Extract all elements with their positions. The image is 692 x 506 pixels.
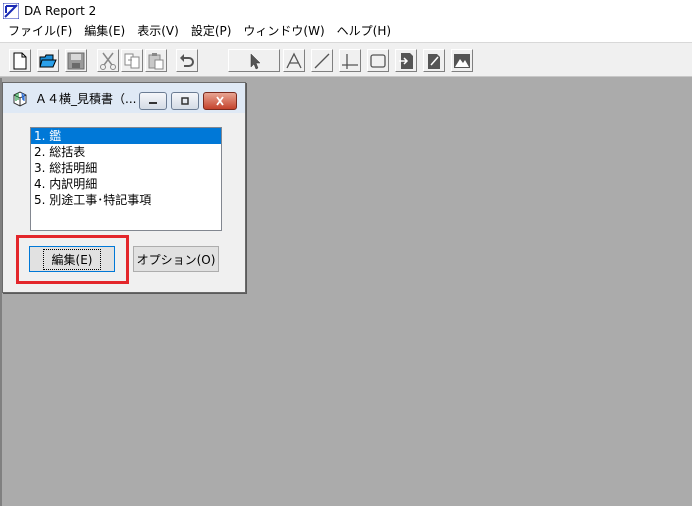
- save-button[interactable]: [65, 49, 87, 72]
- image-tool-icon: [454, 53, 470, 68]
- restore-icon: [181, 97, 189, 105]
- rectangle-tool-icon: [370, 53, 386, 68]
- restore-button[interactable]: [171, 92, 199, 110]
- edit-page-button[interactable]: [423, 49, 445, 72]
- child-window-title: Ａ４横_見積書（...: [35, 91, 137, 106]
- text-tool-icon: [286, 52, 302, 68]
- insert-page-button[interactable]: [395, 49, 417, 72]
- menu-bar: ファイル(F) 編集(E) 表示(V) 設定(P) ウィンドウ(W) ヘルプ(H…: [0, 21, 692, 42]
- menu-window[interactable]: ウィンドウ(W): [237, 21, 330, 42]
- list-item-3[interactable]: 3. 総括明細: [31, 160, 221, 176]
- edit-page-icon: [428, 53, 440, 69]
- minimize-button[interactable]: [139, 92, 167, 110]
- perpendicular-tool-button[interactable]: [339, 49, 361, 72]
- close-button[interactable]: [203, 92, 237, 110]
- new-file-icon: [13, 52, 27, 69]
- toolbar: [0, 42, 692, 77]
- menu-view[interactable]: 表示(V): [131, 21, 185, 42]
- close-icon: [216, 96, 224, 106]
- copy-icon: [124, 53, 140, 68]
- line-tool-button[interactable]: [311, 49, 333, 72]
- cut-button[interactable]: [97, 49, 119, 72]
- options-button-label: オプション(O): [136, 252, 216, 267]
- image-tool-button[interactable]: [451, 49, 473, 72]
- line-tool-icon: [314, 53, 330, 68]
- menu-file[interactable]: ファイル(F): [2, 21, 78, 42]
- perpendicular-line-icon: [342, 53, 358, 69]
- minimize-icon: [149, 102, 157, 104]
- undo-button[interactable]: [176, 49, 198, 72]
- report-cube-icon: [13, 91, 27, 107]
- highlight-box: [16, 235, 129, 284]
- select-arrow-icon: [250, 52, 261, 69]
- menu-help[interactable]: ヘルプ(H): [331, 21, 397, 42]
- list-item-5[interactable]: 5. 別途工事･特記事項: [31, 192, 221, 208]
- report-sheet-list[interactable]: 1. 鑑 2. 総括表 3. 総括明細 4. 内訳明細 5. 別途工事･特記事項: [30, 127, 222, 231]
- new-file-button[interactable]: [9, 49, 31, 72]
- options-button[interactable]: オプション(O): [133, 246, 219, 272]
- text-tool-button[interactable]: [283, 49, 305, 72]
- rectangle-tool-button[interactable]: [367, 49, 389, 72]
- list-item-4[interactable]: 4. 内訳明細: [31, 176, 221, 192]
- paste-icon: [148, 52, 164, 69]
- app-titlebar[interactable]: DA Report 2: [0, 0, 692, 21]
- menu-edit[interactable]: 編集(E): [78, 21, 131, 42]
- cut-scissors-icon: [100, 52, 116, 70]
- open-button[interactable]: [37, 49, 59, 72]
- list-item-1[interactable]: 1. 鑑: [31, 128, 221, 144]
- menu-settings[interactable]: 設定(P): [185, 21, 238, 42]
- app-logo-icon: [3, 2, 19, 19]
- app-title: DA Report 2: [24, 3, 97, 18]
- undo-icon: [180, 53, 194, 67]
- select-tool-button[interactable]: [228, 49, 280, 72]
- open-folder-icon: [39, 54, 57, 67]
- save-disk-icon: [67, 52, 85, 69]
- paste-button[interactable]: [145, 49, 167, 72]
- list-item-2[interactable]: 2. 総括表: [31, 144, 221, 160]
- insert-page-icon: [399, 52, 413, 69]
- copy-button[interactable]: [121, 49, 143, 72]
